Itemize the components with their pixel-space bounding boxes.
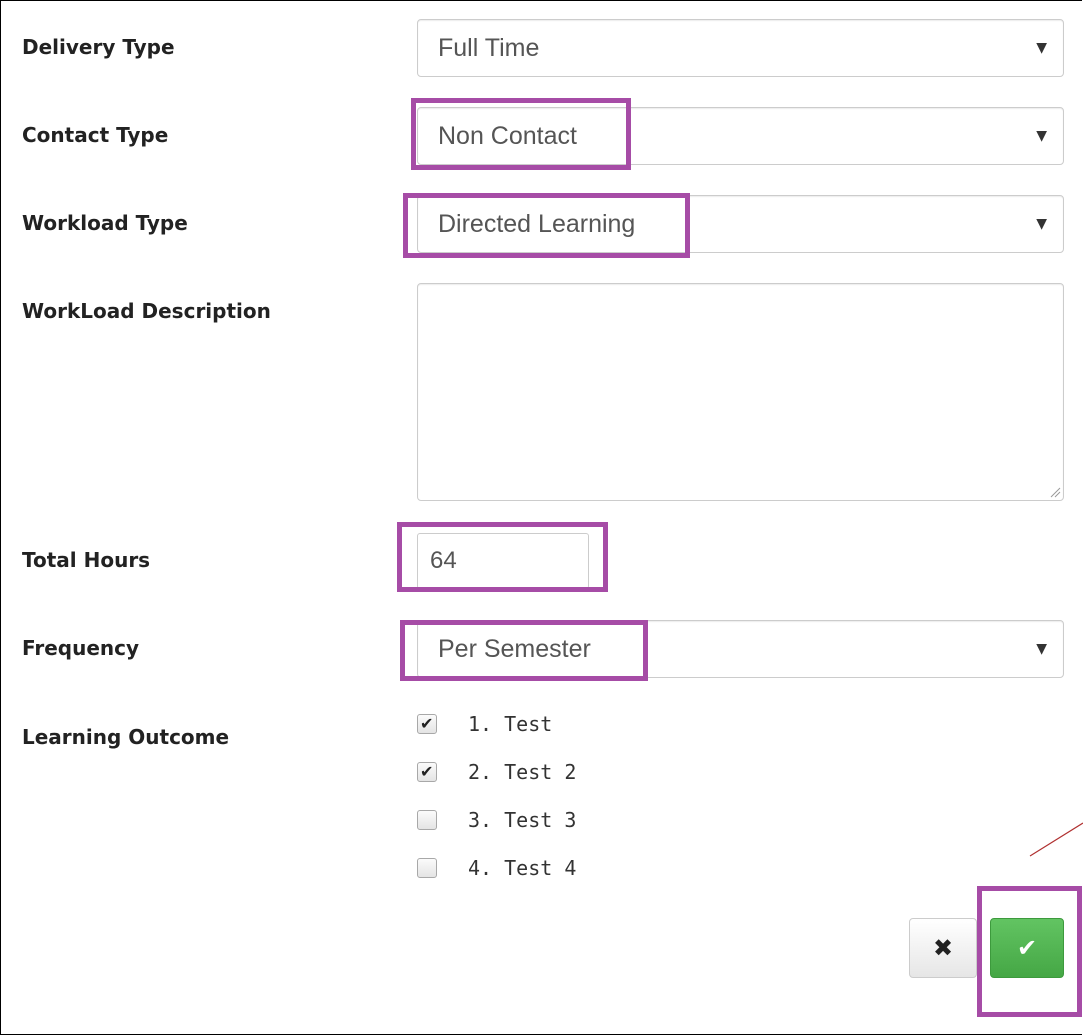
close-icon: ✖ [932, 934, 954, 962]
chevron-down-icon: ▼ [1036, 641, 1047, 657]
workload-description-label: WorkLoad Description [22, 299, 271, 323]
delivery-type-value: Full Time [438, 34, 540, 62]
learning-outcome-option-label: 4. Test 4 [468, 856, 577, 880]
frequency-label: Frequency [22, 636, 140, 660]
total-hours-label: Total Hours [22, 548, 151, 572]
contact-type-highlight [411, 98, 631, 170]
checkbox-3[interactable] [417, 810, 437, 830]
confirm-button-highlight [977, 886, 1082, 1017]
learning-outcome-option-label: 1. Test [468, 712, 553, 736]
workload-type-highlight [403, 193, 690, 258]
cancel-button[interactable]: ✖ [909, 918, 977, 978]
chevron-down-icon: ▼ [1036, 128, 1047, 144]
learning-outcome-label: Learning Outcome [22, 725, 230, 749]
total-hours-highlight [397, 522, 608, 592]
frequency-highlight [400, 620, 648, 681]
checkbox-2[interactable]: ✔ [417, 762, 437, 782]
checkbox-4[interactable] [417, 858, 437, 878]
chevron-down-icon: ▼ [1036, 40, 1047, 56]
chevron-down-icon: ▼ [1036, 216, 1047, 232]
contact-type-label: Contact Type [22, 123, 169, 147]
checkbox-1[interactable]: ✔ [417, 714, 437, 734]
workload-description-textarea[interactable] [417, 283, 1064, 501]
workload-type-label: Workload Type [22, 211, 188, 235]
checkmark-icon: ✔ [420, 762, 434, 781]
resize-handle-icon[interactable] [1049, 486, 1061, 498]
learning-outcome-option-label: 2. Test 2 [468, 760, 577, 784]
delivery-type-select[interactable]: Full Time ▼ [417, 19, 1064, 77]
checkmark-icon: ✔ [420, 714, 434, 733]
learning-outcome-option-label: 3. Test 3 [468, 808, 577, 832]
delivery-type-label: Delivery Type [22, 35, 175, 59]
